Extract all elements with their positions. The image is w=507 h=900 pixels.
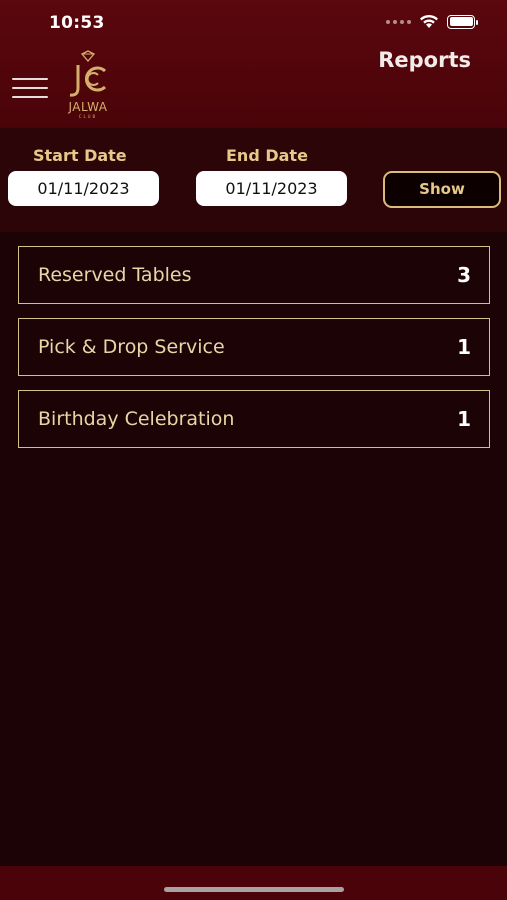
show-button[interactable]: Show (383, 171, 501, 208)
page-title: Reports (378, 48, 471, 72)
date-filter-bar: Start Date 01/11/2023 End Date 01/11/202… (0, 128, 507, 232)
report-item-reserved-tables[interactable]: Reserved Tables 3 (18, 246, 490, 304)
report-label: Birthday Celebration (38, 408, 235, 430)
menu-icon[interactable] (12, 78, 48, 100)
report-count: 1 (457, 407, 471, 431)
logo-subtext: CLUB (78, 114, 98, 119)
signal-icon (386, 19, 411, 24)
report-item-pick-drop-service[interactable]: Pick & Drop Service 1 (18, 318, 490, 376)
start-date-label: Start Date (33, 146, 127, 165)
report-item-birthday-celebration[interactable]: Birthday Celebration 1 (18, 390, 490, 448)
end-date-input[interactable]: 01/11/2023 (196, 171, 347, 206)
app-header: 10:53 JALWA CLUB Reports (0, 0, 507, 128)
report-count: 1 (457, 335, 471, 359)
status-time: 10:53 (49, 13, 105, 33)
report-label: Pick & Drop Service (38, 336, 225, 358)
wifi-icon (420, 14, 438, 28)
bottom-bar (0, 866, 507, 900)
logo-text: JALWA (68, 100, 108, 114)
status-icons (386, 14, 478, 29)
battery-icon (447, 14, 478, 29)
report-count: 3 (457, 263, 471, 287)
end-date-label: End Date (226, 146, 308, 165)
start-date-input[interactable]: 01/11/2023 (8, 171, 159, 206)
report-label: Reserved Tables (38, 264, 192, 286)
home-indicator[interactable] (164, 887, 344, 892)
report-list: Reserved Tables 3 Pick & Drop Service 1 … (18, 246, 490, 462)
